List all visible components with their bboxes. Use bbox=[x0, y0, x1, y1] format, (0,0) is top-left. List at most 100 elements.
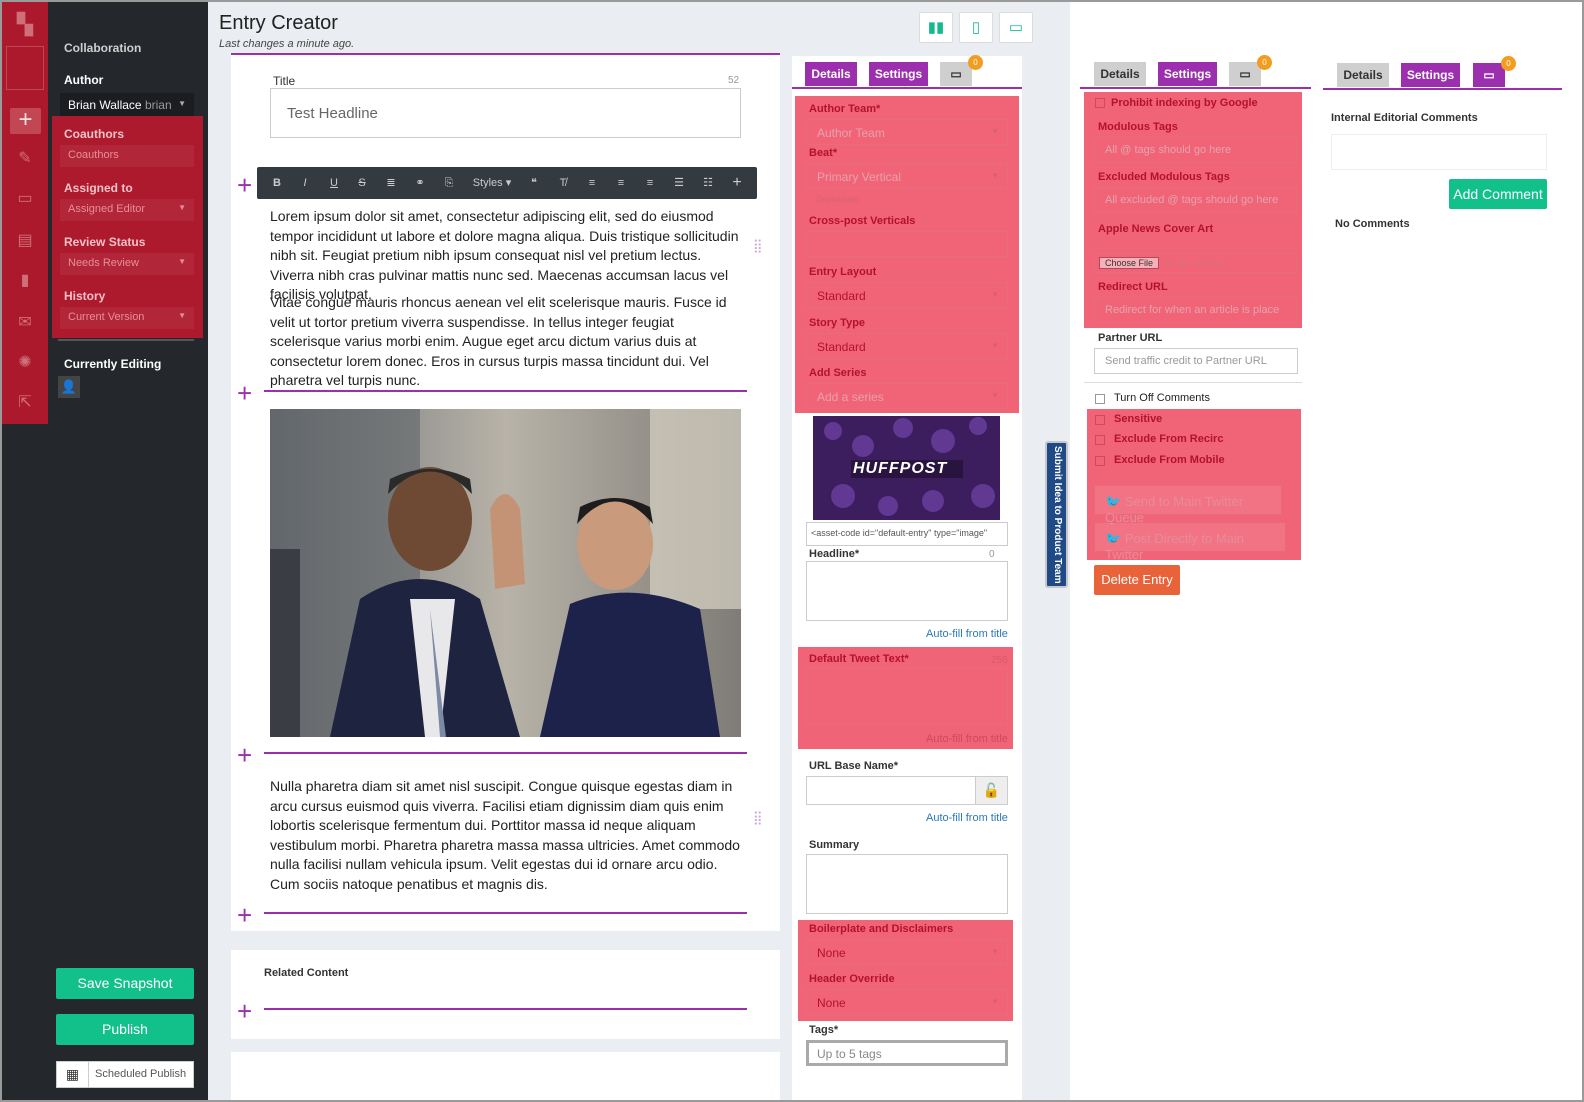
url-autofill-link[interactable]: Auto-fill from title bbox=[926, 812, 1008, 824]
unlock-icon[interactable]: 🔓 bbox=[975, 776, 1008, 805]
new-entry-icon[interactable]: + bbox=[10, 108, 41, 134]
story-type-select[interactable]: Standard ▼ bbox=[806, 333, 1008, 359]
add-related-icon[interactable]: + bbox=[237, 998, 252, 1024]
modulous-input[interactable]: All @ tags should go here bbox=[1094, 137, 1298, 163]
review-select[interactable]: Needs Review ▼ bbox=[60, 253, 194, 275]
headline-autofill-link[interactable]: Auto-fill from title bbox=[926, 628, 1008, 640]
inbox-icon[interactable]: ✉ bbox=[14, 312, 36, 334]
tab-settings[interactable]: Settings bbox=[1401, 63, 1460, 87]
drag-handle-icon[interactable]: ⣿ bbox=[753, 811, 763, 824]
tab-details[interactable]: Details bbox=[1094, 62, 1146, 86]
excluded-modulous-input[interactable]: All excluded @ tags should go here bbox=[1094, 187, 1298, 213]
clear-format-icon[interactable]: T̸ bbox=[550, 167, 576, 199]
chevron-down-icon: ▼ bbox=[178, 99, 186, 108]
turn-off-comments-checkbox[interactable] bbox=[1095, 394, 1105, 404]
crosspost-label: Cross-post Verticals bbox=[809, 215, 916, 227]
add-block-icon[interactable]: + bbox=[237, 902, 252, 928]
numbered-list-icon[interactable]: ☷ bbox=[695, 167, 721, 199]
loading-icon[interactable]: ✺ bbox=[14, 352, 36, 374]
boilerplate-select[interactable]: None ▼ bbox=[806, 939, 1008, 965]
italic-icon[interactable]: I bbox=[292, 167, 318, 199]
format-icon[interactable]: ≣ bbox=[378, 167, 404, 199]
blockquote-icon[interactable]: ❝ bbox=[521, 167, 547, 199]
drag-handle-icon[interactable]: ⣿ bbox=[753, 239, 763, 252]
tab-underline bbox=[1080, 87, 1311, 89]
crosspost-input[interactable] bbox=[806, 231, 1008, 257]
image-icon[interactable]: ▭ bbox=[14, 188, 36, 210]
underline-icon[interactable]: U bbox=[321, 167, 347, 199]
publish-button[interactable]: Publish bbox=[56, 1014, 194, 1045]
edit-icon[interactable]: ✎ bbox=[14, 148, 36, 170]
mobile-preview-icon[interactable]: ▯ bbox=[959, 12, 993, 43]
author-select[interactable]: Brian Wallace brian ▼ bbox=[60, 93, 194, 117]
article-photo[interactable] bbox=[270, 409, 741, 737]
bold-icon[interactable]: B bbox=[264, 167, 290, 199]
redirect-input[interactable]: Redirect for when an article is place bbox=[1094, 297, 1298, 323]
tab-comments[interactable]: ▭ bbox=[1473, 63, 1505, 87]
partner-url-input[interactable]: Send traffic credit to Partner URL bbox=[1094, 348, 1298, 374]
tab-settings[interactable]: Settings bbox=[869, 62, 928, 86]
asset-code-field[interactable]: <asset-code id="default-entry" type="ima… bbox=[806, 522, 1008, 546]
tab-settings[interactable]: Settings bbox=[1158, 62, 1217, 86]
strikethrough-icon[interactable]: S bbox=[349, 167, 375, 199]
stats-icon[interactable]: ▮ bbox=[14, 270, 36, 292]
add-icon[interactable]: + bbox=[724, 167, 750, 199]
comment-textarea[interactable] bbox=[1331, 134, 1547, 170]
assigned-select[interactable]: Assigned Editor ▼ bbox=[60, 199, 194, 221]
desktop-preview-icon[interactable]: ▭ bbox=[999, 12, 1033, 43]
scheduled-publish-input[interactable]: ▦ Scheduled Publish bbox=[56, 1061, 194, 1088]
sensitive-checkbox[interactable] bbox=[1095, 415, 1105, 425]
add-block-icon[interactable]: + bbox=[237, 172, 252, 198]
gallery-icon[interactable]: ▤ bbox=[14, 230, 36, 252]
save-snapshot-button[interactable]: Save Snapshot bbox=[56, 968, 194, 999]
tweet-label: Default Tweet Text* bbox=[809, 653, 909, 665]
entry-layout-select[interactable]: Standard ▼ bbox=[806, 282, 1008, 308]
align-center-icon[interactable]: ≡ bbox=[608, 167, 634, 199]
link-icon[interactable]: ⚭ bbox=[407, 167, 433, 199]
header-override-select[interactable]: None ▼ bbox=[806, 989, 1008, 1015]
summary-textarea[interactable] bbox=[806, 854, 1008, 914]
add-comment-button[interactable]: Add Comment bbox=[1449, 179, 1547, 209]
align-left-icon[interactable]: ≡ bbox=[579, 167, 605, 199]
external-link-icon[interactable]: ⇱ bbox=[14, 392, 36, 414]
paragraph-3[interactable]: Nulla pharetra diam sit amet nisl suscip… bbox=[270, 777, 745, 894]
add-block-icon[interactable]: + bbox=[237, 380, 252, 406]
submit-idea-tab[interactable]: Submit Idea to Product Team bbox=[1045, 441, 1068, 588]
chevron-down-icon: ▼ bbox=[991, 171, 999, 180]
tweet-textarea[interactable] bbox=[806, 667, 1008, 725]
twitter-queue-button[interactable]: 🐦 Send to Main Twitter Queue bbox=[1094, 485, 1282, 525]
title-input[interactable]: Test Headline bbox=[270, 88, 741, 138]
twitter-post-button[interactable]: 🐦 Post Directly to Main Twitter bbox=[1094, 522, 1286, 562]
prohibit-indexing-checkbox[interactable] bbox=[1095, 98, 1105, 108]
bookmark-icon[interactable]: ⎘ bbox=[436, 167, 462, 199]
choose-file-button[interactable]: Choose File bbox=[1099, 257, 1160, 269]
tags-input[interactable]: Up to 5 tags bbox=[806, 1040, 1008, 1066]
bullet-list-icon[interactable]: ☰ bbox=[666, 167, 692, 199]
styles-dropdown[interactable]: Styles ▾ bbox=[470, 167, 514, 199]
tweet-autofill-link[interactable]: Auto-fill from title bbox=[926, 733, 1008, 745]
add-block-icon[interactable]: + bbox=[237, 742, 252, 768]
delete-entry-button[interactable]: Delete Entry bbox=[1094, 565, 1180, 595]
apple-news-file-input[interactable]: Choose File No file chosen bbox=[1094, 253, 1298, 273]
logo-icon[interactable]: ▚ bbox=[14, 14, 36, 36]
paragraph-1[interactable]: Lorem ipsum dolor sit amet, consectetur … bbox=[270, 207, 745, 305]
beat-select[interactable]: Primary Vertical ▼ bbox=[806, 163, 1008, 189]
stats-chart-icon[interactable]: ▮▮ bbox=[919, 12, 953, 43]
tab-comments[interactable]: ▭ bbox=[940, 62, 972, 86]
coauthors-input[interactable]: Coauthors bbox=[60, 145, 194, 167]
align-right-icon[interactable]: ≡ bbox=[637, 167, 663, 199]
add-series-select[interactable]: Add a series ▼ bbox=[806, 383, 1008, 409]
tab-comments[interactable]: ▭ bbox=[1229, 62, 1261, 86]
calendar-icon[interactable]: ▦ bbox=[57, 1062, 89, 1087]
tab-details[interactable]: Details bbox=[1337, 63, 1389, 87]
url-base-input[interactable] bbox=[806, 776, 976, 805]
lead-image[interactable]: HUFFPOST bbox=[813, 416, 1000, 520]
exclude-recirc-checkbox[interactable] bbox=[1095, 435, 1105, 445]
history-select[interactable]: Current Version ▼ bbox=[60, 307, 194, 329]
tab-details[interactable]: Details bbox=[805, 62, 857, 86]
header-override-label: Header Override bbox=[809, 973, 895, 985]
headline-textarea[interactable] bbox=[806, 561, 1008, 621]
exclude-mobile-checkbox[interactable] bbox=[1095, 456, 1105, 466]
paragraph-2[interactable]: Vitae congue mauris rhoncus aenean vel e… bbox=[270, 293, 745, 391]
author-team-select[interactable]: Author Team ▼ bbox=[806, 119, 1008, 145]
